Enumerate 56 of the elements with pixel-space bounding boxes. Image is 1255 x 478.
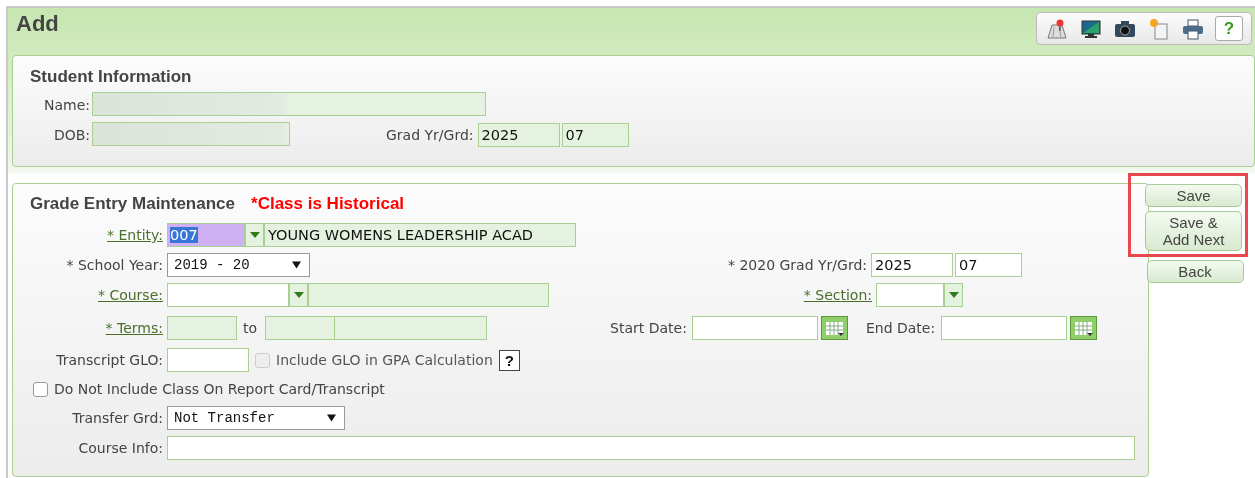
- entity-name-field: YOUNG WOMENS LEADERSHIP ACAD: [264, 223, 576, 247]
- field-label: Transcript GLO:: [55, 352, 163, 368]
- caret-icon: [948, 292, 959, 298]
- help-button[interactable]: ?: [1215, 16, 1243, 41]
- terms-link[interactable]: * Terms:: [13, 319, 163, 336]
- field-label: Name:: [42, 97, 90, 113]
- caret-icon: [327, 414, 336, 422]
- field-label: * 2020 Grad Yr/Grd:: [726, 257, 867, 273]
- transcript-glo-field[interactable]: [167, 348, 249, 372]
- start-date-field[interactable]: [691, 315, 818, 340]
- field-label: Grad Yr/Grd:: [386, 127, 474, 143]
- caret-icon: [293, 292, 304, 298]
- entity-code-field[interactable]: 007: [167, 223, 245, 247]
- grad-year-field[interactable]: 2025: [871, 253, 953, 277]
- section-link[interactable]: * Section:: [577, 287, 872, 303]
- section-field[interactable]: [876, 283, 944, 307]
- calendar-icon[interactable]: [820, 315, 848, 340]
- selected-text: 007: [170, 227, 198, 243]
- dropdown-button[interactable]: [944, 283, 963, 307]
- caret-icon: [292, 261, 301, 269]
- help-button[interactable]: ?: [498, 349, 520, 371]
- dropdown-button[interactable]: [245, 223, 264, 247]
- panel-title: Student Information: [30, 67, 193, 87]
- grad-year-field: 2025: [477, 123, 560, 147]
- historical-notice: *Class is Historical: [251, 194, 405, 214]
- action-button[interactable]: Save & Add Next: [1145, 211, 1242, 251]
- field-label: * School Year:: [65, 257, 163, 273]
- action-button[interactable]: Back: [1146, 260, 1244, 283]
- field-label: DOB:: [52, 127, 90, 143]
- entity-link[interactable]: * Entity:: [13, 227, 163, 243]
- end-date-field[interactable]: [941, 315, 1068, 340]
- calendar-icon[interactable]: [1070, 315, 1098, 340]
- transfer-grade-select[interactable]: Not Transfer: [167, 406, 345, 430]
- field-label: Transfer Grd:: [71, 410, 163, 426]
- term-start-field: [167, 315, 237, 340]
- to-label: to: [243, 319, 258, 336]
- course-link[interactable]: * Course:: [13, 287, 163, 303]
- checkbox-label: Include GLO in GPA Calculation: [276, 352, 493, 368]
- field-label: End Date:: [865, 319, 936, 336]
- caret-icon: [249, 232, 260, 238]
- checkbox-label: Do Not Include Class On Report Card/Transcript: [54, 381, 385, 397]
- new-document-icon[interactable]: [1147, 16, 1171, 41]
- term-end-field: [265, 315, 336, 340]
- grade-field: 07: [561, 123, 629, 147]
- field-label: Start Date:: [610, 319, 687, 336]
- field-label: Course Info:: [77, 440, 163, 456]
- print-icon[interactable]: [1181, 16, 1205, 41]
- course-code-field[interactable]: [167, 283, 289, 307]
- course-info-field[interactable]: [167, 436, 1135, 460]
- action-button[interactable]: Save: [1145, 184, 1242, 207]
- dropdown-button[interactable]: [289, 283, 308, 307]
- grade-field[interactable]: 07: [955, 253, 1022, 277]
- checkbox[interactable]: [33, 381, 48, 397]
- page-title: Add: [16, 11, 59, 37]
- panel-title: Grade Entry Maintenance: [30, 194, 235, 214]
- school-year-select[interactable]: 2019 - 20: [167, 253, 310, 277]
